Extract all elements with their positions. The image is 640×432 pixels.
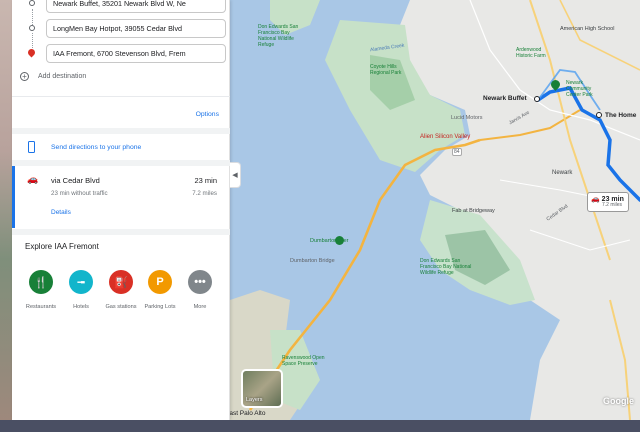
- send-directions-label: Send directions to your phone: [51, 144, 142, 151]
- waypoint-input-2[interactable]: LongMen Bay Hotpot, 39055 Cedar Blvd: [46, 19, 226, 38]
- waypoint-input-3[interactable]: IAA Fremont, 6700 Stevenson Blvd, Frem: [46, 44, 226, 63]
- route-dots: [31, 9, 33, 25]
- map-label-newark-buffet[interactable]: Newark Buffet: [483, 95, 527, 102]
- route-distance: 7.2 miles: [192, 190, 217, 197]
- more-label: More: [193, 304, 207, 310]
- destination-pin-icon: [26, 47, 37, 58]
- map-label-highway-84: 84: [452, 148, 462, 156]
- options-link[interactable]: Options: [196, 111, 219, 118]
- plus-icon: +: [20, 72, 29, 81]
- layers-button[interactable]: Layers: [241, 369, 283, 408]
- chevron-left-icon: ◀: [232, 172, 238, 179]
- layers-label: Layers: [246, 397, 263, 403]
- phone-icon: [28, 141, 35, 153]
- section-divider: [12, 128, 230, 134]
- parking-lots-label: Parking Lots: [144, 304, 176, 310]
- restaurants-label: Restaurants: [25, 304, 57, 310]
- route-dots: [31, 33, 33, 48]
- map-label-newark-community[interactable]: Newark Community Center Park: [566, 80, 600, 98]
- google-logo: Google: [603, 396, 634, 406]
- hotels-button[interactable]: ╼: [69, 270, 93, 294]
- fuel-icon: ⛽: [114, 276, 128, 289]
- map-label-east-palo-alto: East Palo Alto: [225, 410, 266, 417]
- map-label-the-home[interactable]: The Home: [605, 112, 636, 119]
- taskbar-strip: [0, 420, 640, 432]
- map-label-lucid-motors[interactable]: Lucid Motors: [451, 115, 483, 121]
- map-label-don-edwards[interactable]: Don Edwards San Francisco Bay National W…: [420, 258, 480, 276]
- fork-knife-icon: 🍴: [34, 276, 48, 289]
- directions-panel: Newark Buffet, 35201 Newark Blvd W, Ne L…: [12, 0, 230, 420]
- waypoint-input-1[interactable]: Newark Buffet, 35201 Newark Blvd W, Ne: [46, 0, 226, 13]
- add-destination-button[interactable]: + Add destination: [20, 72, 86, 81]
- add-destination-label: Add destination: [38, 73, 87, 80]
- desktop-background: [0, 0, 12, 432]
- more-button[interactable]: •••: [188, 270, 212, 294]
- route-eta-callout[interactable]: 🚗 23 min 7.2 miles: [587, 192, 629, 212]
- map-label-american-high[interactable]: American High School: [560, 26, 614, 32]
- car-icon: 🚗: [27, 174, 39, 184]
- restaurants-button[interactable]: 🍴: [29, 270, 53, 294]
- gas-stations-label: Gas stations: [105, 304, 137, 310]
- section-divider: [12, 229, 230, 235]
- route-time: 23 min: [194, 176, 217, 185]
- park-pin-icon[interactable]: [335, 236, 344, 245]
- map-canvas[interactable]: Newark Buffet The Home Newark American H…: [230, 0, 640, 420]
- send-directions-button[interactable]: Send directions to your phone: [12, 140, 230, 158]
- car-icon: 🚗: [591, 196, 600, 203]
- map-label-ravenswood[interactable]: Ravenswood Open Space Preserve: [282, 355, 327, 367]
- map-label-dumbarton-bridge: Dumbarton Bridge: [290, 258, 335, 264]
- parking-icon: P: [156, 276, 164, 288]
- explore-title: Explore IAA Fremont: [25, 242, 99, 251]
- route-traffic-note: 23 min without traffic: [51, 190, 108, 197]
- route-details-link[interactable]: Details: [51, 209, 71, 216]
- collapse-panel-button[interactable]: ◀: [230, 162, 241, 188]
- route-via: via Cedar Blvd: [51, 176, 100, 185]
- map-label-alien-valley[interactable]: Alien Silicon Valley: [420, 134, 470, 140]
- waypoint-marker-icon[interactable]: [596, 112, 602, 118]
- gas-stations-button[interactable]: ⛽: [109, 270, 133, 294]
- origin-marker-icon[interactable]: [534, 96, 540, 102]
- map-label-refuge-top[interactable]: Don Edwards San Francisco Bay National W…: [258, 24, 300, 48]
- section-divider: [12, 160, 230, 166]
- bed-icon: ╼: [77, 276, 85, 289]
- map-label-ardenwood[interactable]: Ardenwood Historic Farm: [516, 47, 556, 59]
- map-label-coyote-hills[interactable]: Coyote Hills Regional Park: [370, 64, 410, 76]
- route-option[interactable]: 🚗 via Cedar Blvd 23 min 23 min without t…: [15, 168, 230, 228]
- more-icon: •••: [194, 276, 206, 288]
- eta-distance: 7.2 miles: [602, 202, 623, 208]
- origin-circle-icon: [29, 0, 35, 6]
- map-label-newark: Newark: [552, 170, 573, 176]
- waypoint-circle-icon: [29, 25, 35, 31]
- parking-lots-button[interactable]: P: [148, 270, 172, 294]
- divider: [12, 96, 230, 97]
- map-label-fab-bridgeway[interactable]: Fab at Bridgeway: [452, 208, 495, 214]
- hotels-label: Hotels: [73, 304, 89, 310]
